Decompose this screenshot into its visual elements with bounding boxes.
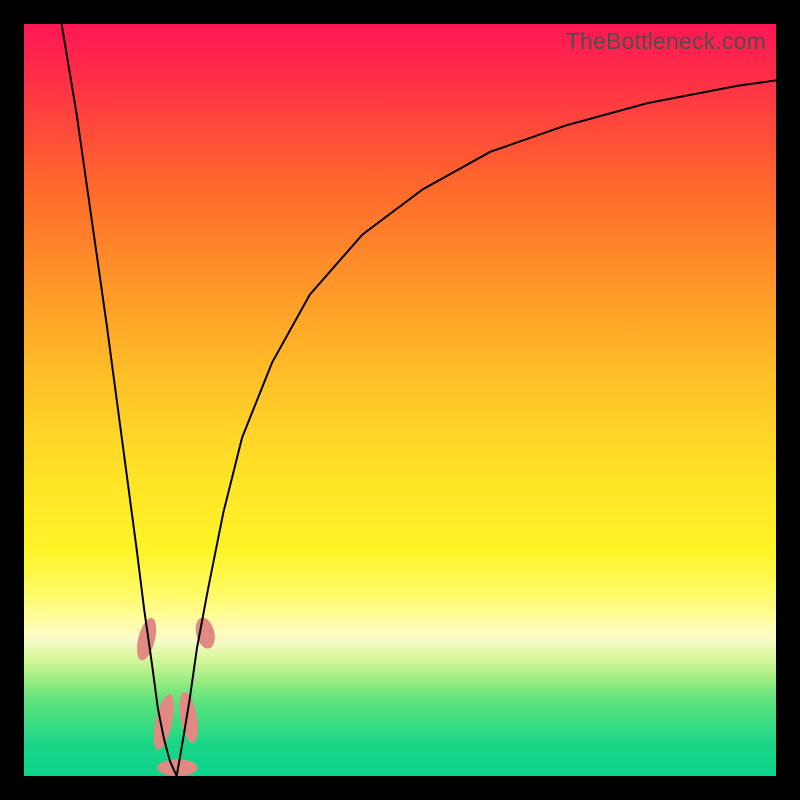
chart-svg bbox=[24, 24, 776, 776]
left-blob-lower bbox=[150, 692, 178, 751]
marker-group bbox=[133, 616, 218, 776]
right-blob-upper bbox=[193, 616, 218, 651]
plot-area: TheBottleneck.com bbox=[24, 24, 776, 776]
outer-frame: TheBottleneck.com bbox=[0, 0, 800, 800]
right-blob-lower bbox=[176, 691, 201, 744]
curve-left-branch bbox=[62, 24, 177, 776]
curve-right-branch bbox=[177, 80, 776, 776]
